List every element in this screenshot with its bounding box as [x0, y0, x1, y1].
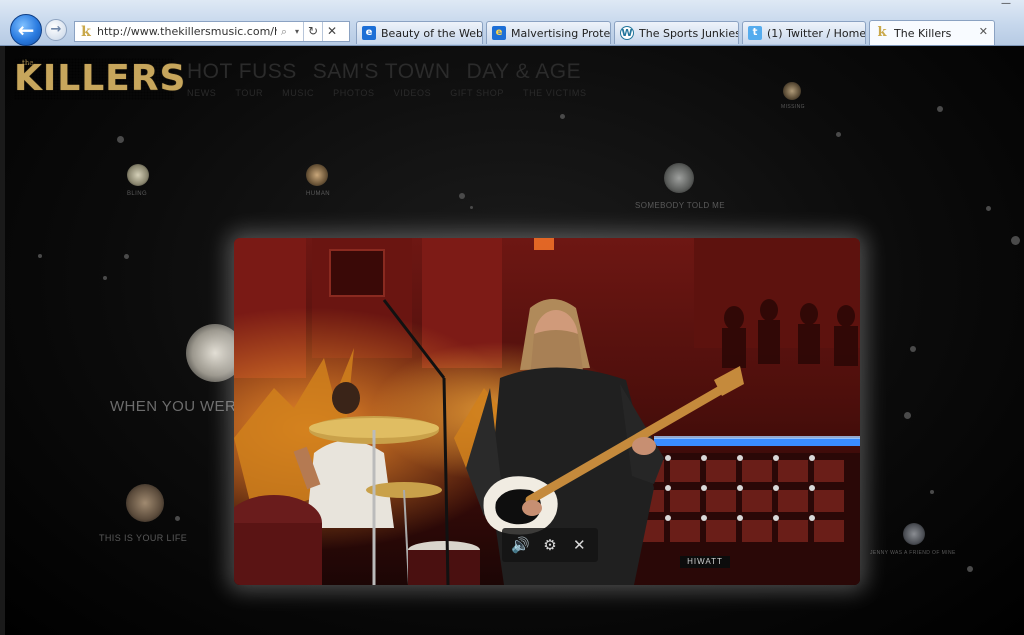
chevron-down-icon[interactable]: ▾ — [291, 24, 303, 40]
volume-icon[interactable]: 🔊 — [509, 533, 533, 557]
background-dot — [470, 206, 473, 209]
background-dot — [904, 412, 911, 419]
background-dot — [967, 566, 973, 572]
video-player[interactable]: HIWATT 🔊 ⚙ ✕ — [234, 238, 860, 585]
nav-link-music[interactable]: MUSIC — [282, 88, 314, 98]
song-orb-this-is-your-life[interactable] — [126, 484, 164, 522]
song-label-jenny[interactable]: JENNY WAS A FRIEND OF MINE — [870, 550, 956, 556]
song-label-missing[interactable]: MISSING — [781, 104, 805, 110]
song-orb-human[interactable] — [306, 164, 328, 186]
amp-brand-label: HIWATT — [680, 556, 730, 568]
background-dot — [986, 206, 991, 211]
background-dot — [117, 136, 124, 143]
stop-icon[interactable]: ✕ — [323, 22, 341, 41]
tab-beauty-of-the-web[interactable]: e Beauty of the Web — [356, 21, 483, 44]
background-dot — [560, 114, 565, 119]
background-dot — [910, 346, 916, 352]
the-killers-logo[interactable]: KILLERS — [14, 58, 185, 100]
refresh-icon[interactable]: ↻ — [304, 22, 322, 41]
song-orb-missing[interactable] — [783, 82, 801, 100]
tab-label: The Sports Junkies h... — [639, 26, 738, 40]
background-dot — [1011, 236, 1020, 245]
nav-link-photos[interactable]: PHOTOS — [333, 88, 374, 98]
minimize-button[interactable]: — — [998, 0, 1014, 9]
album-link-hot-fuss[interactable]: HOT FUSS — [187, 60, 297, 84]
ie-icon: e — [492, 26, 506, 40]
main-nav: NEWS TOUR MUSIC PHOTOS VIDEOS GIFT SHOP … — [187, 88, 587, 98]
forward-button[interactable]: → — [45, 19, 67, 41]
background-dot — [937, 106, 943, 112]
tab-twitter[interactable]: t (1) Twitter / Home — [742, 21, 866, 44]
song-orb-somebody-told-me[interactable] — [664, 163, 694, 193]
background-dot — [103, 276, 107, 280]
back-button[interactable]: ← — [10, 14, 42, 46]
search-icon[interactable]: ⌕ — [277, 24, 291, 40]
tab-label: Beauty of the Web — [381, 26, 482, 40]
twitter-icon: t — [748, 26, 762, 40]
nav-link-news[interactable]: NEWS — [187, 88, 216, 98]
nav-link-the-victims[interactable]: THE VICTIMS — [523, 88, 587, 98]
tab-label: The Killers — [894, 26, 952, 40]
background-dot — [124, 254, 129, 259]
close-icon[interactable]: ✕ — [567, 533, 591, 557]
wordpress-icon: W — [620, 26, 634, 40]
url-text[interactable]: http://www.thekillersmusic.com/html5 — [97, 25, 277, 38]
song-orb-jenny[interactable] — [903, 523, 925, 545]
back-arrow-icon: ← — [17, 18, 35, 42]
nav-link-tour[interactable]: TOUR — [235, 88, 263, 98]
background-dot — [38, 254, 42, 258]
album-link-sams-town[interactable]: SAM'S TOWN — [313, 60, 451, 84]
tab-malvertising[interactable]: e Malvertising Protect... — [486, 21, 611, 44]
album-nav: HOT FUSS SAM'S TOWN DAY & AGE — [187, 60, 581, 84]
background-dot — [175, 516, 180, 521]
browser-chrome: — ← → k http://www.thekillersmusic.com/h… — [0, 0, 1024, 46]
album-link-day-and-age[interactable]: DAY & AGE — [467, 60, 582, 84]
background-dot — [459, 193, 465, 199]
killers-icon: k — [877, 25, 887, 40]
page-content: the KILLERS HOT FUSS SAM'S TOWN DAY & AG… — [0, 46, 1024, 635]
song-label-somebody-told-me[interactable]: SOMEBODY TOLD ME — [635, 201, 725, 210]
video-controls: 🔊 ⚙ ✕ — [502, 528, 598, 562]
song-label-human[interactable]: HUMAN — [306, 191, 330, 197]
song-orb-bling[interactable] — [127, 164, 149, 186]
song-label-bling[interactable]: BLING — [127, 191, 147, 197]
tab-the-killers[interactable]: k The Killers ✕ — [869, 20, 995, 45]
song-label-when-you-were-young[interactable]: WHEN YOU WERE YOUNG — [110, 398, 234, 415]
page-edge — [0, 46, 5, 635]
background-dot — [930, 490, 934, 494]
tab-sports-junkies[interactable]: W The Sports Junkies h... — [614, 21, 739, 44]
nav-link-gift-shop[interactable]: GIFT SHOP — [450, 88, 504, 98]
tab-label: Malvertising Protect... — [511, 26, 610, 40]
tab-label: (1) Twitter / Home — [767, 26, 865, 40]
address-bar[interactable]: k http://www.thekillersmusic.com/html5 ⌕… — [74, 21, 350, 42]
settings-icon[interactable]: ⚙ — [538, 533, 562, 557]
song-label-this-is-your-life[interactable]: THIS IS YOUR LIFE — [99, 533, 187, 543]
ie-icon: e — [362, 26, 376, 40]
site-favicon-icon: k — [81, 23, 91, 40]
forward-arrow-icon: → — [50, 22, 62, 37]
close-icon[interactable]: ✕ — [979, 25, 988, 38]
nav-link-videos[interactable]: VIDEOS — [394, 88, 432, 98]
background-dot — [836, 132, 841, 137]
